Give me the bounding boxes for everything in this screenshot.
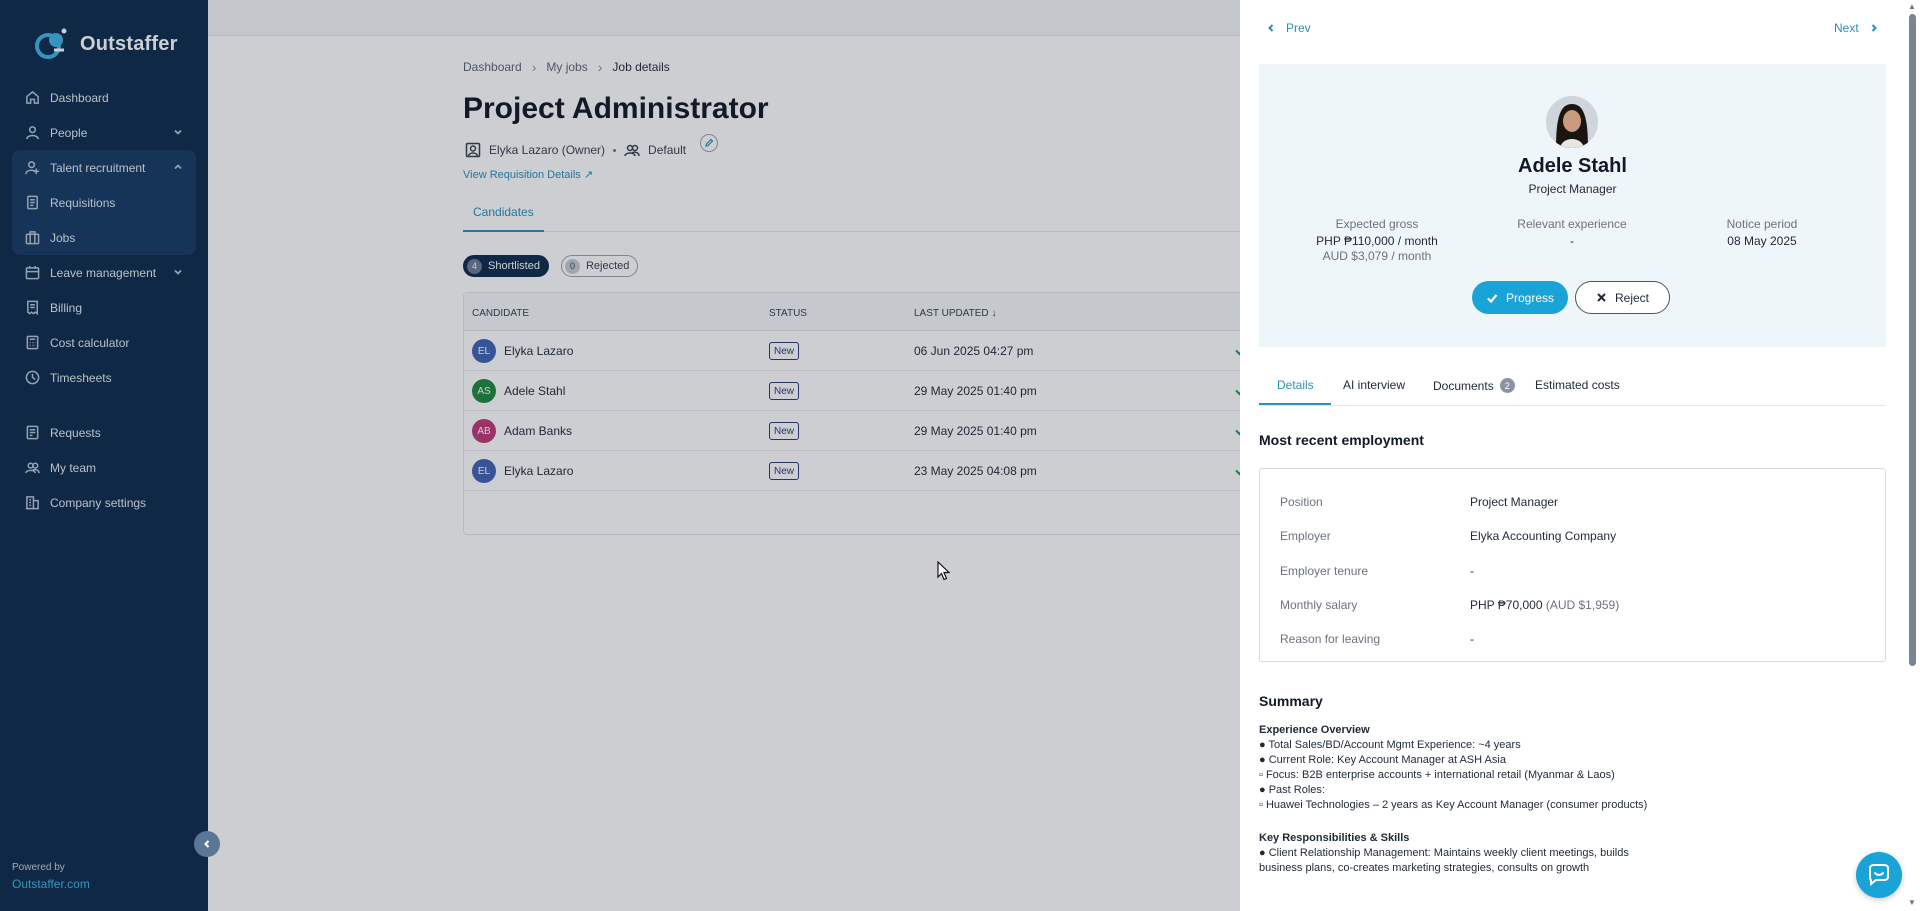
field-label: Monthly salary — [1280, 598, 1358, 612]
summary-line: ▫ Huawei Technologies – 2 years as Key A… — [1259, 799, 1648, 811]
field-value: - — [1470, 564, 1474, 578]
salary-php: PHP ₱70,000 — [1470, 598, 1543, 612]
stat-value: 08 May 2025 — [1727, 234, 1797, 248]
mouse-cursor-icon — [937, 560, 951, 586]
section-title-employment: Most recent employment — [1259, 432, 1424, 448]
candidate-name: Adele Stahl — [1518, 155, 1627, 177]
prev-button[interactable]: Prev — [1266, 21, 1311, 35]
chevron-right-icon — [1871, 24, 1877, 32]
tab-estimated-costs[interactable]: Estimated costs — [1535, 378, 1620, 392]
section-title-summary: Summary — [1259, 693, 1323, 709]
tab-ai-interview[interactable]: AI interview — [1343, 378, 1405, 392]
stat-label: Expected gross — [1335, 217, 1419, 231]
stat-label: Relevant experience — [1517, 217, 1627, 231]
prev-label: Prev — [1286, 21, 1311, 35]
summary-line: ● Past Roles: — [1259, 784, 1325, 796]
stat-relevant-experience: Relevant experience - — [1472, 217, 1672, 248]
tab-documents[interactable]: Documents 2 — [1433, 378, 1515, 393]
field-label: Employer — [1280, 529, 1331, 543]
documents-count-badge: 2 — [1499, 378, 1515, 393]
candidate-role: Project Manager — [1528, 182, 1617, 196]
field-value: PHP ₱70,000 (AUD $1,959) — [1470, 598, 1870, 612]
reject-label: Reject — [1614, 290, 1649, 305]
chevron-left-icon — [1268, 24, 1274, 32]
summary-line: ● Current Role: Key Account Manager at A… — [1259, 754, 1506, 766]
employment-details: Position Project Manager Employer Elyka … — [1259, 468, 1886, 662]
candidate-photo — [1546, 96, 1598, 148]
candidate-drawer: Prev Next Adele Stahl Project Manager Ex… — [1240, 0, 1920, 911]
summary-line: ● Total Sales/BD/Account Mgmt Experience… — [1259, 739, 1521, 751]
progress-button[interactable]: Progress — [1472, 281, 1568, 314]
next-button[interactable]: Next — [1834, 21, 1879, 35]
help-chat-button[interactable] — [1856, 852, 1902, 898]
field-label: Reason for leaving — [1280, 632, 1381, 646]
scroll-up-arrow-icon[interactable]: ▲ — [1908, 2, 1916, 11]
candidate-profile-card: Adele Stahl Project Manager Expected gro… — [1259, 64, 1886, 347]
stat-value: - — [1570, 234, 1574, 248]
tab-details[interactable]: Details — [1277, 378, 1314, 392]
close-icon — [1597, 293, 1606, 302]
candidate-tabs: Details AI interview Documents 2 Estimat… — [1259, 370, 1886, 406]
collapse-sidebar-button[interactable] — [194, 831, 220, 857]
field-label: Employer tenure — [1280, 564, 1369, 578]
next-label: Next — [1834, 21, 1859, 35]
progress-label: Progress — [1505, 290, 1555, 305]
salary-aud: (AUD $1,959) — [1545, 598, 1620, 612]
summary-heading: Key Responsibilities & Skills — [1259, 832, 1410, 844]
scroll-down-arrow-icon[interactable]: ▼ — [1908, 898, 1916, 907]
field-value: Project Manager — [1470, 495, 1559, 509]
check-icon — [1487, 293, 1498, 303]
summary-text: Experience Overview ● Total Sales/BD/Acc… — [1259, 723, 1659, 876]
stat-label: Notice period — [1726, 217, 1798, 231]
summary-line: ● Client Relationship Management: Mainta… — [1259, 847, 1629, 874]
chat-icon — [1869, 864, 1889, 887]
stat-notice-period: Notice period 08 May 2025 — [1662, 217, 1862, 248]
stat-expected-gross: Expected gross PHP ₱110,000 / month AUD … — [1277, 217, 1477, 263]
stat-value-secondary: AUD $3,079 / month — [1322, 249, 1432, 263]
field-label: Position — [1280, 495, 1323, 509]
summary-line: ▫ Focus: B2B enterprise accounts + inter… — [1259, 769, 1615, 781]
active-tab-indicator — [1259, 403, 1331, 405]
tab-label: Documents — [1433, 378, 1494, 393]
field-value: Elyka Accounting Company — [1470, 529, 1617, 543]
modal-backdrop[interactable] — [0, 0, 1240, 911]
field-value: - — [1470, 632, 1474, 646]
reject-button[interactable]: Reject — [1575, 281, 1670, 314]
chevron-left-icon — [204, 840, 210, 848]
stat-value: PHP ₱110,000 / month — [1316, 234, 1438, 248]
drawer-scrollbar[interactable] — [1909, 14, 1916, 666]
summary-heading: Experience Overview — [1259, 724, 1370, 736]
